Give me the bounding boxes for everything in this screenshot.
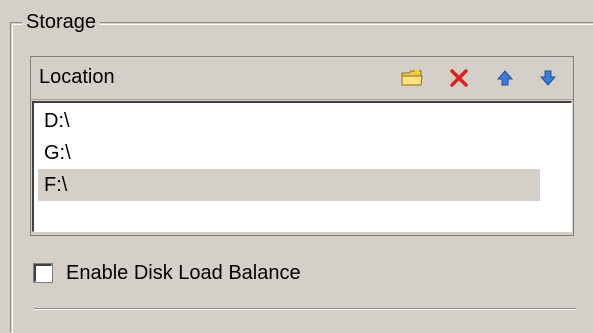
enable-disk-load-balance-label[interactable]: Enable Disk Load Balance <box>66 261 301 285</box>
location-panel: Location D:\ G:\ F:\ <box>30 56 574 236</box>
move-down-button[interactable] <box>535 65 561 91</box>
storage-group-title: Storage <box>22 10 101 34</box>
delete-icon <box>450 69 468 87</box>
enable-disk-load-balance-checkbox[interactable] <box>33 263 53 283</box>
list-item-selected[interactable]: F:\ <box>38 169 540 201</box>
enable-disk-load-balance-option[interactable]: Enable Disk Load Balance <box>33 258 301 288</box>
location-list[interactable]: D:\ G:\ F:\ <box>32 101 572 232</box>
add-folder-button[interactable] <box>399 65 425 91</box>
separator <box>34 308 576 310</box>
arrow-up-icon <box>496 70 514 86</box>
delete-button[interactable] <box>446 65 472 91</box>
location-header: Location <box>31 57 573 100</box>
folder-icon <box>401 69 423 86</box>
move-up-button[interactable] <box>492 65 518 91</box>
list-item[interactable]: G:\ <box>38 137 540 169</box>
location-header-label: Location <box>39 66 115 88</box>
arrow-down-icon <box>539 70 557 86</box>
list-item[interactable]: D:\ <box>38 105 540 137</box>
